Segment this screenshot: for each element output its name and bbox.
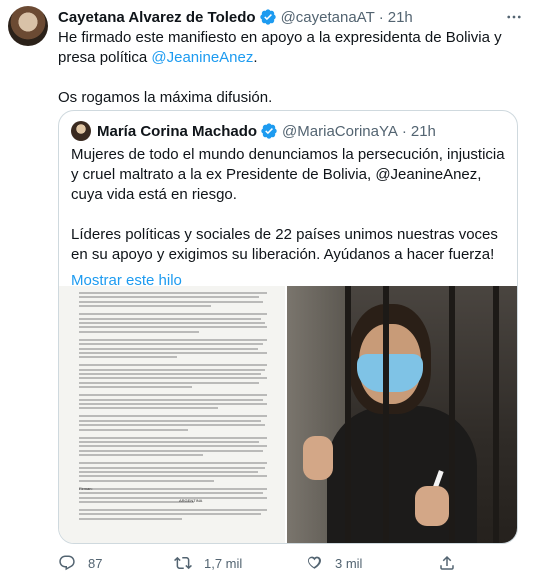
photo-bar [493,286,499,543]
heart-icon [307,556,321,569]
document-text-line [79,317,262,320]
document-text-line [79,330,200,333]
retweet-button[interactable]: 1,7 mil [174,554,242,572]
author-handle[interactable]: @cayetanaAT [281,9,375,26]
separator-dot: · [378,8,384,26]
like-button[interactable]: 3 mil [305,554,362,572]
document-text-line [79,321,266,324]
document-text-lines [79,292,267,526]
document-text-line [79,454,204,457]
document-text-line [79,386,192,389]
quoted-paragraph-1: Mujeres de todo el mundo denunciamos la … [71,146,505,203]
document-text-line [79,462,267,465]
document-text-line [79,351,267,354]
quoted-author-handle: @MariaCorinaYA [282,122,398,140]
photo-hand-right [415,486,449,526]
document-text-line [79,415,267,418]
document-text-line [79,475,267,478]
photo-bar [345,286,351,543]
document-text-line [79,424,266,427]
quoted-media: ARGENTINA Firman: [59,286,517,543]
document-text-line [79,364,267,367]
tweet-text-suffix: . [253,49,258,66]
document-text-line [79,428,189,431]
document-text-line [79,377,267,380]
retweet-count: 1,7 mil [204,555,243,571]
share-button[interactable] [438,554,456,572]
like-count: 3 mil [335,555,363,571]
tweet: Cayetana Alvarez de Toledo @cayetanaAT ·… [0,0,533,577]
document-text-line [79,492,264,495]
document-text-line [79,381,260,384]
document-text-line [79,466,266,469]
tweet-paragraph-1: He firmado este manifiesto en apoyo a la… [58,28,518,68]
document-text-line [79,407,219,410]
share-icon [440,555,454,570]
document-text-line [79,513,262,516]
quoted-paragraph-2: Líderes políticas y sociales de 22 paíse… [71,226,498,263]
document-text-line [79,347,258,350]
tweet-time[interactable]: 21h [388,9,413,26]
document-text-line [79,436,267,439]
quoted-author-avatar [71,121,91,141]
photo-hand-left [303,436,333,480]
tweet-text-prefix: He firmado este manifiesto en apoyo a la… [58,29,502,66]
document-text-line [79,296,260,299]
document-signer-label: Firman: [79,486,93,491]
tweet-paragraph-2: Os rogamos la máxima difusión. [58,89,273,106]
reply-count: 87 [88,555,103,571]
photo-bar [449,286,455,543]
document-text-line [79,517,183,520]
document-text-line [79,300,264,303]
document-text-line [79,403,267,406]
tweet-header: Cayetana Alvarez de Toledo @cayetanaAT ·… [58,6,413,28]
quoted-tweet-text: Mujeres de todo el mundo denunciamos la … [71,145,507,291]
document-text-line [79,373,262,376]
reply-icon [59,555,75,571]
document-text-line [79,313,267,316]
document-text-line [79,419,262,422]
quoted-tweet-header: María Corina Machado @MariaCorinaYA · 21… [71,121,436,141]
reply-button[interactable]: 87 [58,554,102,572]
author-name[interactable]: Cayetana Alvarez de Toledo [58,9,256,26]
document-text-line [79,368,266,371]
mention-link[interactable]: @JeanineAnez [151,49,253,66]
document-text-line [79,508,267,511]
document-text-line [79,292,267,294]
document-text-line [79,394,267,397]
separator-dot: · [401,122,407,140]
document-text-line [79,487,267,490]
tweet-actions: 87 1,7 mil 3 mil [58,553,518,573]
document-text-line [79,305,211,308]
document-heading: ARGENTINA [179,498,203,503]
document-text-line [79,398,264,401]
document-text-line [79,356,177,359]
document-text-line [79,496,267,499]
document-text-line [79,479,215,482]
author-avatar[interactable] [8,6,48,46]
ellipsis-icon[interactable] [505,8,523,30]
document-text-line [79,500,194,503]
document-text-line [79,326,267,329]
tweet-text: He firmado este manifiesto en apoyo a la… [58,28,518,108]
jeanine-anez-photo[interactable] [287,286,517,543]
verified-badge-icon [259,8,277,26]
document-text-line [79,343,264,346]
photo-bar [383,286,389,543]
document-text-line [79,445,267,448]
document-text-line [79,449,264,452]
document-text-line [79,470,258,473]
quoted-author-name: María Corina Machado [97,122,258,140]
manifesto-document-image[interactable]: ARGENTINA Firman: [59,286,287,543]
document-text-line [79,338,267,341]
quoted-tweet-time: 21h [410,122,436,140]
document-text-line [79,440,260,443]
verified-badge-icon [260,122,278,140]
face-mask [357,354,423,392]
retweet-icon [174,556,192,570]
quoted-tweet[interactable]: María Corina Machado @MariaCorinaYA · 21… [58,110,518,544]
